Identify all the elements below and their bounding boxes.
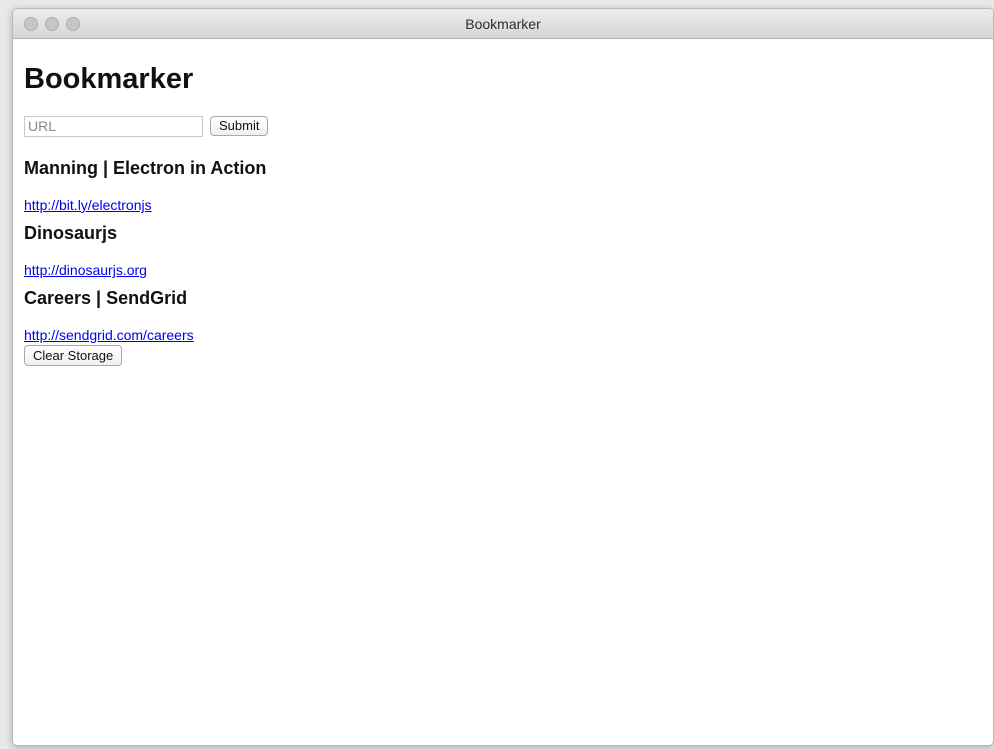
bookmark-link-row: http://sendgrid.com/careers <box>24 309 982 343</box>
bookmark-link[interactable]: http://sendgrid.com/careers <box>24 326 194 344</box>
bookmark-title: Manning | Electron in Action <box>24 158 267 178</box>
clear-storage-button[interactable]: Clear Storage <box>24 345 123 366</box>
submit-button[interactable]: Submit <box>210 116 269 136</box>
bookmark-link[interactable]: http://dinosaurjs.org <box>24 261 147 279</box>
bookmark-title: Careers | SendGrid <box>24 288 188 308</box>
bookmark-title: Dinosaurjs <box>24 223 118 243</box>
bookmark-item: Careers | SendGrid http://sendgrid.com/c… <box>24 287 982 343</box>
bookmark-item: Dinosaurjs http://dinosaurjs.org <box>24 222 982 278</box>
bookmark-link-row: http://bit.ly/electronjs <box>24 179 982 213</box>
app-window: Bookmarker Bookmarker Submit Manning | E… <box>12 8 994 746</box>
bookmark-item: Manning | Electron in Action http://bit.… <box>24 157 982 213</box>
bookmark-list: Manning | Electron in Action http://bit.… <box>24 157 982 343</box>
bookmark-link[interactable]: http://bit.ly/electronjs <box>24 196 152 214</box>
page-title: Bookmarker <box>24 63 194 95</box>
new-bookmark-form: Submit <box>24 114 982 138</box>
title-bar[interactable]: Bookmarker <box>13 9 993 39</box>
bookmark-link-row: http://dinosaurjs.org <box>24 244 982 278</box>
page-content: Bookmarker Submit Manning | Electron in … <box>13 62 993 366</box>
window-title: Bookmarker <box>465 16 541 32</box>
url-input[interactable] <box>24 115 203 137</box>
